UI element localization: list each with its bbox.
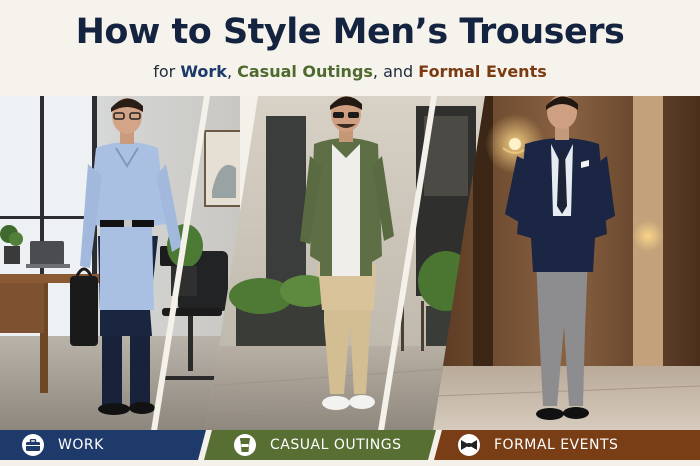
category-labels: WORK CASUAL OUTINGS FORMAL EVENTS bbox=[0, 430, 700, 466]
subtitle-separator-1: , bbox=[226, 62, 238, 81]
casual-outings-label-text: CASUAL OUTINGS bbox=[270, 437, 402, 453]
subtitle-casual: Casual Outings bbox=[237, 62, 373, 81]
coffee-cup-icon bbox=[234, 434, 256, 456]
work-panel-photo bbox=[0, 96, 240, 430]
page-subtitle: for Work, Casual Outings, and Formal Eve… bbox=[0, 62, 700, 81]
subtitle-separator-2: , and bbox=[372, 62, 419, 81]
work-label: WORK bbox=[0, 430, 206, 460]
page-title: How to Style Men’s Trousers bbox=[75, 12, 625, 52]
casual-outings-label: CASUAL OUTINGS bbox=[204, 430, 436, 460]
formal-events-label-text: FORMAL EVENTS bbox=[494, 437, 619, 453]
formal-events-label: FORMAL EVENTS bbox=[434, 430, 700, 460]
subtitle-formal: Formal Events bbox=[418, 62, 547, 81]
header: How to Style Men’s Trousers for Work, Ca… bbox=[0, 0, 700, 96]
subtitle-prefix: for bbox=[153, 62, 181, 81]
subtitle-work: Work bbox=[180, 62, 227, 81]
briefcase-icon bbox=[22, 434, 44, 456]
office-scene-illustration bbox=[0, 96, 240, 430]
work-label-text: WORK bbox=[58, 437, 104, 453]
bow-tie-icon bbox=[458, 434, 480, 456]
